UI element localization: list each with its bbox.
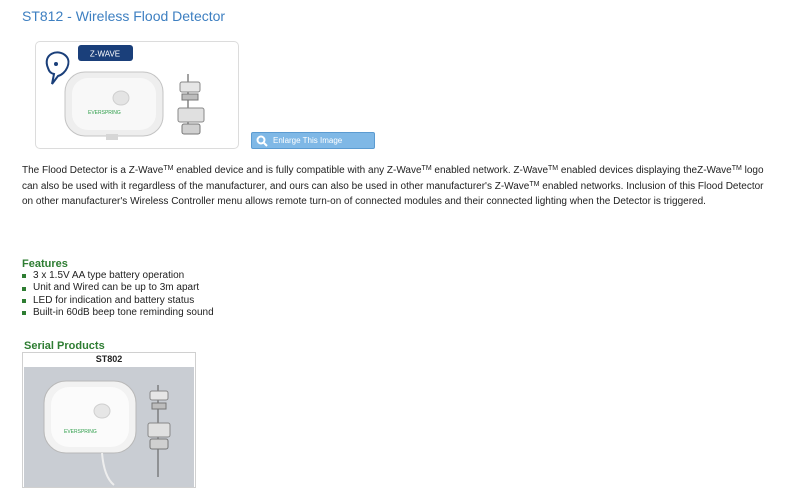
sensor-clip [149,390,169,401]
enlarge-image-button[interactable]: Enlarge This Image [251,132,375,149]
description-text-4: enabled devices displaying theZ-Wave [558,165,732,176]
detector-face [51,387,129,447]
trademark-5: TM [529,180,540,188]
detector-cable-mount [106,134,118,140]
bullet-icon [22,299,26,304]
sensor-probe [177,107,205,123]
feature-item: Built-in 60dB beep tone reminding sound [22,307,214,319]
detector-face [72,78,156,130]
features-list: 3 x 1.5V AA type battery operation Unit … [22,270,214,320]
serial-product-image[interactable]: EVERSPRING [24,367,194,487]
sensor-clip [179,81,201,93]
detector-button [112,90,130,106]
device-brand-text: EVERSPRING [64,429,97,435]
bullet-icon [22,311,26,316]
description-text-1: The Flood Detector is a Z-Wave [22,165,164,176]
serial-product-card[interactable]: ST802 EVERSPRING [22,352,196,488]
description-text-2: enabled device and is fully compatible w… [173,165,422,176]
trademark-3: TM [548,165,559,172]
flood-detector-image: Z-WAVE EVERSPRING [45,45,205,140]
bullet-icon [22,274,26,279]
zwave-logo-dot [54,62,58,66]
trademark-4: TM [731,165,742,172]
product-description: The Flood Detector is a Z-WaveTM enabled… [22,163,774,210]
detector-button [93,403,111,419]
magnify-icon [256,135,268,147]
sensor-clip-bar [181,93,199,101]
st802-product-image: EVERSPRING [24,367,194,487]
feature-text: Built-in 60dB beep tone reminding sound [33,307,214,319]
feature-item: LED for indication and battery status [22,295,214,307]
features-heading: Features [22,258,68,270]
sensor-clip-bar [151,402,167,410]
product-image[interactable]: Z-WAVE EVERSPRING [35,41,239,149]
sensor-probe-base [149,438,169,450]
sensor-probe-base [181,123,201,135]
trademark-1: TM [163,165,174,172]
feature-item: 3 x 1.5V AA type battery operation [22,270,214,282]
enlarge-image-label: Enlarge This Image [273,136,343,145]
description-text-3: enabled network. Z-Wave [431,165,549,176]
bullet-icon [22,286,26,291]
feature-text: Unit and Wired can be up to 3m apart [33,282,200,294]
sensor-probe [147,422,171,438]
serial-products-heading: Serial Products [24,340,105,352]
serial-product-model[interactable]: ST802 [23,353,195,365]
feature-text: LED for indication and battery status [33,294,195,306]
zwave-badge-text: Z-WAVE [90,50,120,59]
zwave-logo-icon [45,51,70,85]
device-brand-text: EVERSPRING [88,110,121,116]
feature-item: Unit and Wired can be up to 3m apart [22,282,214,294]
page-title: ST812 - Wireless Flood Detector [22,8,226,24]
feature-text: 3 x 1.5V AA type battery operation [33,270,185,281]
trademark-2: TM [421,165,432,172]
